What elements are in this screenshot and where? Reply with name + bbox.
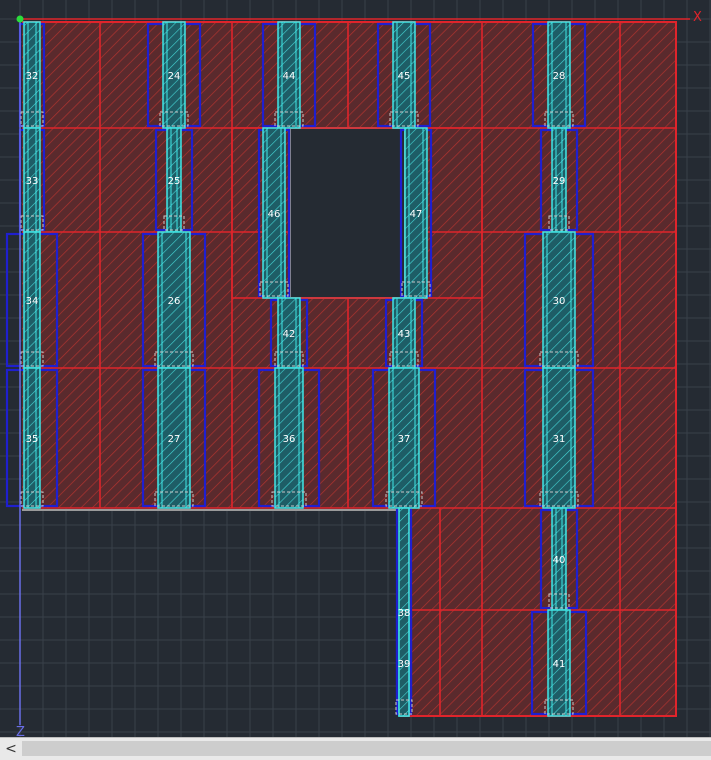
column-label: 27 — [168, 434, 181, 445]
column-label: 45 — [398, 71, 411, 82]
wall-opening — [289, 127, 406, 299]
structure-drawing: 32 24 44 45 28 33 25 46 47 29 34 26 30 42 43 35 27 36 37 31… — [0, 0, 711, 737]
scroll-track[interactable] — [22, 741, 711, 756]
column-label: 47 — [410, 209, 423, 220]
column-label: 37 — [398, 434, 411, 445]
column-label: 40 — [553, 555, 566, 566]
column-label: 41 — [553, 659, 566, 670]
column-label: 35 — [26, 434, 39, 445]
column-label: 33 — [26, 176, 39, 187]
column-label: 43 — [398, 329, 411, 340]
scroll-left-arrow-icon[interactable]: < — [0, 738, 22, 760]
x-axis-label: X — [693, 10, 702, 25]
column-label: 25 — [168, 176, 181, 187]
column-label: 42 — [283, 329, 296, 340]
column-label: 26 — [168, 296, 181, 307]
column-label: 31 — [553, 434, 566, 445]
column-label: 36 — [283, 434, 296, 445]
column-label: 24 — [168, 71, 181, 82]
scroll-thumb[interactable] — [22, 741, 711, 756]
origin-marker — [16, 15, 24, 23]
column-label: 38 — [398, 608, 411, 619]
column-label: 30 — [553, 296, 566, 307]
column-label: 32 — [26, 71, 39, 82]
z-axis-label: Z — [16, 725, 25, 737]
column-label: 29 — [553, 176, 566, 187]
cad-viewport[interactable]: 32 24 44 45 28 33 25 46 47 29 34 26 30 42 43 35 27 36 37 31… — [0, 0, 711, 737]
horizontal-scrollbar[interactable]: < — [0, 737, 711, 760]
column-label: 46 — [268, 209, 281, 220]
column-label: 44 — [283, 71, 296, 82]
column-label: 28 — [553, 71, 566, 82]
column-label: 39 — [398, 659, 411, 670]
column-label: 34 — [26, 296, 39, 307]
